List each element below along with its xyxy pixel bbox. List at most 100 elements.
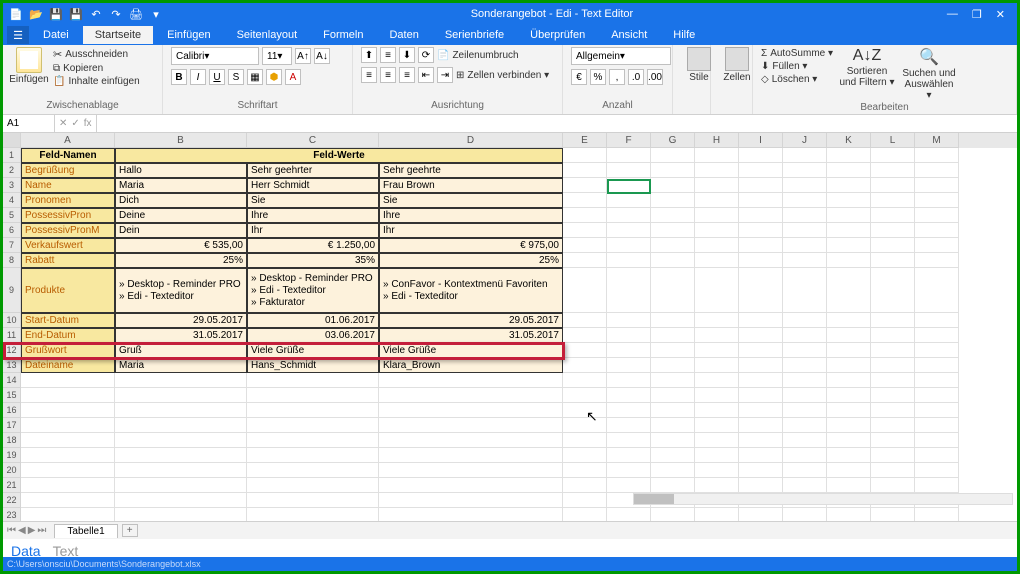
cut-button[interactable]: Ausschneiden [53,47,140,62]
row-header[interactable]: 15 [3,388,21,403]
underline-button[interactable]: U [209,69,225,85]
col-header[interactable]: J [783,133,827,148]
table-cell[interactable]: 25% [379,253,563,268]
row-header[interactable]: 21 [3,478,21,493]
row-header[interactable]: 18 [3,433,21,448]
col-header[interactable]: M [915,133,959,148]
table-cell[interactable]: Sehr geehrte [379,163,563,178]
maximize-button[interactable]: ❐ [972,8,982,21]
col-header[interactable]: F [607,133,651,148]
cell-grid[interactable]: Feld-Namen Feld-Werte BegrüßungHalloSehr… [21,148,1017,538]
table-cell[interactable]: Verkaufswert [21,238,115,253]
row-header[interactable]: 3 [3,178,21,193]
table-cell[interactable]: Herr Schmidt [247,178,379,193]
orientation-button[interactable]: ⟳ [418,47,434,63]
table-cell[interactable]: Rabatt [21,253,115,268]
tab-ueberpruefen[interactable]: Überprüfen [518,26,597,44]
table-cell[interactable]: Ihre [247,208,379,223]
align-center-button[interactable]: ≡ [380,67,396,83]
copy-button[interactable]: Kopieren [53,62,140,75]
row-header[interactable]: 8 [3,253,21,268]
autosum-button[interactable]: Σ AutoSumme ▾ [761,47,833,60]
table-cell[interactable]: Grußwort [21,343,115,358]
cells-button[interactable]: Zellen [719,47,755,83]
table-cell[interactable]: Maria [115,178,247,193]
open-icon[interactable]: 📂 [29,7,43,21]
table-cell[interactable]: » Desktop - Reminder PRO» Edi - Textedit… [247,268,379,313]
align-top-button[interactable]: ⬆ [361,47,377,63]
table-cell[interactable]: Ihr [247,223,379,238]
table-cell[interactable]: Viele Grüße [379,343,563,358]
table-cell[interactable]: 01.06.2017 [247,313,379,328]
col-header[interactable]: E [563,133,607,148]
table-cell[interactable]: Pronomen [21,193,115,208]
table-cell[interactable]: End-Datum [21,328,115,343]
border-button[interactable]: ▦ [247,69,263,85]
tab-hilfe[interactable]: Hilfe [661,26,707,44]
table-cell[interactable]: » Desktop - Reminder PRO» Edi - Textedit… [115,268,247,313]
merge-cells-button[interactable]: ⊞ Zellen verbinden ▾ [456,67,549,83]
col-header[interactable]: K [827,133,871,148]
row-header[interactable]: 19 [3,448,21,463]
row-header[interactable]: 13 [3,358,21,373]
sheet-tab-tabelle1[interactable]: Tabelle1 [54,524,117,538]
table-cell[interactable]: Dateiname [21,358,115,373]
row-header[interactable]: 4 [3,193,21,208]
table-cell[interactable]: Maria [115,358,247,373]
print-icon[interactable]: 🖨 [129,7,143,21]
tab-last-icon[interactable]: ⏭ [37,525,46,536]
table-cell[interactable]: Begrüßung [21,163,115,178]
fill-button[interactable]: ⬇ Füllen ▾ [761,60,833,73]
tab-formeln[interactable]: Formeln [311,26,375,44]
save-icon[interactable]: 💾 [49,7,63,21]
table-cell[interactable]: Ihre [379,208,563,223]
currency-button[interactable] [571,69,587,85]
tab-serienbriefe[interactable]: Serienbriefe [433,26,516,44]
table-cell[interactable]: 29.05.2017 [115,313,247,328]
col-header[interactable]: D [379,133,563,148]
dropdown-icon[interactable]: ▾ [149,7,163,21]
tab-ansicht[interactable]: Ansicht [599,26,659,44]
minimize-button[interactable]: — [947,8,958,21]
increase-font-button[interactable]: A↑ [295,48,311,64]
tab-prev-icon[interactable]: ◀ [18,525,26,536]
tab-seitenlayout[interactable]: Seitenlayout [225,26,310,44]
row-header[interactable]: 20 [3,463,21,478]
find-select-button[interactable]: 🔍 Suchen und Auswählen ▾ [901,47,957,101]
table-cell[interactable]: Sie [247,193,379,208]
table-cell[interactable]: 03.06.2017 [247,328,379,343]
row-header[interactable]: 1 [3,148,21,163]
tab-next-icon[interactable]: ▶ [28,525,36,536]
table-cell[interactable]: Dich [115,193,247,208]
close-button[interactable]: ✕ [996,8,1005,21]
table-cell[interactable]: Sehr geehrter [247,163,379,178]
add-sheet-button[interactable]: + [122,524,138,537]
table-cell[interactable]: Sie [379,193,563,208]
sort-filter-button[interactable]: A↓Z Sortieren und Filtern ▾ [839,47,895,88]
redo-icon[interactable]: ↷ [109,7,123,21]
tab-first-icon[interactable]: ⏮ [7,525,16,536]
table-cell[interactable]: Hans_Schmidt [247,358,379,373]
table-cell[interactable]: 25% [115,253,247,268]
row-header[interactable]: 5 [3,208,21,223]
row-header[interactable]: 17 [3,418,21,433]
col-header[interactable]: H [695,133,739,148]
row-header[interactable]: 11 [3,328,21,343]
table-cell[interactable]: Start-Datum [21,313,115,328]
table-cell[interactable]: PossessivPronM [21,223,115,238]
col-header[interactable]: G [651,133,695,148]
tab-daten[interactable]: Daten [377,26,430,44]
italic-button[interactable]: I [190,69,206,85]
undo-icon[interactable]: ↶ [89,7,103,21]
table-cell[interactable]: Produkte [21,268,115,313]
thousands-button[interactable]: , [609,69,625,85]
row-header[interactable]: 22 [3,493,21,508]
new-icon[interactable]: 📄 [9,7,23,21]
table-cell[interactable]: Ihr [379,223,563,238]
paste-content-button[interactable]: Inhalte einfügen [53,75,140,88]
align-right-button[interactable]: ≡ [399,67,415,83]
accept-formula-icon[interactable]: ✓ [71,118,79,129]
indent-left-button[interactable]: ⇤ [418,67,434,83]
col-header[interactable]: L [871,133,915,148]
table-cell[interactable]: 35% [247,253,379,268]
